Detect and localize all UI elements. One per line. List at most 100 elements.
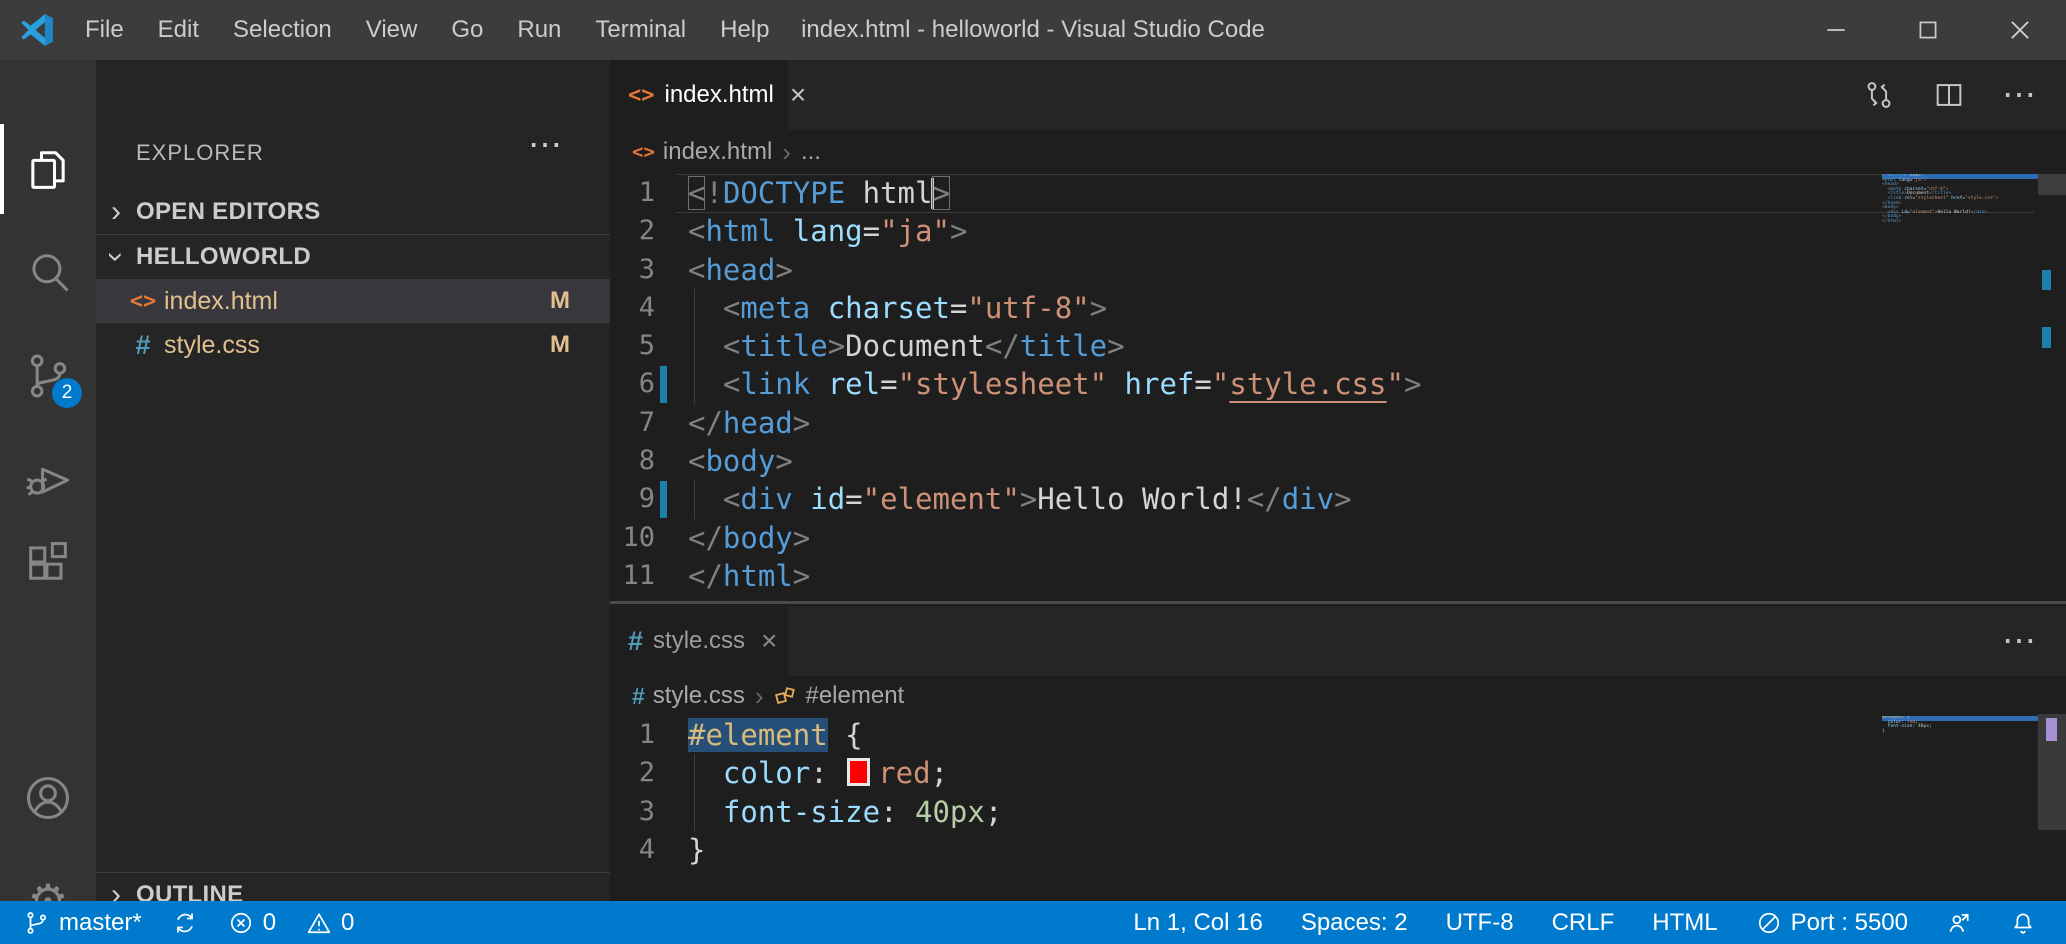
activity-bar: 2 ⚙ [0, 60, 96, 901]
explorer-icon[interactable] [0, 121, 96, 217]
line-number: 1 [610, 716, 655, 754]
status-slash[interactable]: Port : 5500 [1756, 909, 1908, 937]
code-line-7: 7</head> [610, 404, 2038, 442]
menu-run[interactable]: Run [500, 0, 578, 60]
git-modified-badge: M [550, 287, 570, 315]
split-editor-icon[interactable] [1932, 78, 1966, 112]
chevron-right-icon: › [96, 195, 136, 229]
gutter-modified-indicator [660, 366, 667, 402]
line-number: 4 [610, 289, 655, 327]
file-item-style-css[interactable]: #style.cssM [96, 323, 610, 367]
close-button[interactable] [1974, 0, 2066, 60]
line-number: 3 [610, 793, 655, 831]
breadcrumb-item[interactable]: ... [801, 138, 821, 166]
tab-bar-bottom: # style.css × ⋯ [610, 606, 2066, 676]
breadcrumb-separator-icon: › [782, 137, 791, 168]
more-actions-icon[interactable]: ⋯ [2002, 78, 2036, 112]
editor-style-css[interactable]: 1#element {2 color: red;3 font-size: 40p… [610, 716, 2038, 869]
breadcrumb-item[interactable]: #element [773, 682, 904, 710]
status-bell[interactable] [2010, 910, 2036, 936]
minimap-bottom[interactable]: #element { color: red; font-size: 40px;} [1882, 716, 2038, 734]
close-tab-icon[interactable]: × [790, 79, 806, 111]
code-line-2: 2<html lang="ja"> [610, 212, 2038, 250]
status-utf-8[interactable]: UTF-8 [1446, 909, 1514, 937]
css-file-icon: # [126, 330, 160, 361]
code-line-11: 11</html> [610, 557, 2038, 595]
maximize-button[interactable] [1882, 0, 1974, 60]
overview-highlight-marker [2046, 718, 2057, 741]
tab-style-css[interactable]: # style.css × [610, 606, 788, 676]
html-file-icon: <> [632, 141, 655, 163]
open-editors-section[interactable]: › OPEN EDITORS [96, 190, 610, 234]
status-html[interactable]: HTML [1652, 909, 1717, 937]
search-icon[interactable] [0, 224, 96, 320]
overview-modified-marker [2042, 270, 2051, 290]
code-line-1: 1<!DOCTYPE html> [610, 174, 2038, 212]
status-sync[interactable] [172, 910, 198, 936]
menu-view[interactable]: View [349, 0, 435, 60]
sidebar-more-actions-icon[interactable]: ⋯ [528, 128, 562, 162]
code-line-8: 8<body> [610, 442, 2038, 480]
color-swatch[interactable] [847, 758, 870, 786]
status-spaces-2[interactable]: Spaces: 2 [1301, 909, 1408, 937]
menu-edit[interactable]: Edit [141, 0, 216, 60]
code-line-6: 6 <link rel="stylesheet" href="style.css… [610, 365, 2038, 403]
tab-index-html[interactable]: <> index.html × [610, 60, 788, 130]
open-changes-icon[interactable] [1862, 78, 1896, 112]
line-number: 11 [610, 557, 655, 595]
breadcrumb-item[interactable]: #style.css [632, 682, 745, 710]
status-error[interactable]: 0 [228, 909, 276, 937]
line-number: 1 [610, 174, 655, 212]
line-number: 2 [610, 212, 655, 250]
menu-go[interactable]: Go [434, 0, 500, 60]
editor-sash[interactable] [610, 601, 2066, 604]
gutter-modified-indicator [660, 481, 667, 517]
breadcrumb-item[interactable]: <>index.html [632, 138, 772, 166]
status-feedback[interactable] [1946, 910, 1972, 936]
menu-terminal[interactable]: Terminal [578, 0, 703, 60]
code-line-9: 9 <div id="element">Hello World!</div> [610, 480, 2038, 518]
css-file-icon: # [628, 626, 643, 657]
vscode-logo-icon [18, 11, 56, 49]
line-number: 9 [610, 480, 655, 518]
line-number: 6 [610, 365, 655, 403]
more-actions-icon[interactable]: ⋯ [2002, 624, 2036, 658]
minimize-button[interactable] [1790, 0, 1882, 60]
breadcrumb-separator-icon: › [755, 681, 764, 712]
status-branch[interactable]: master* [24, 909, 142, 937]
menu-selection[interactable]: Selection [216, 0, 349, 60]
menu-help[interactable]: Help [703, 0, 786, 60]
status-bar: master* 0 0 Ln 1, Col 16 Spaces: 2 UTF-8 CRLF… [0, 901, 2066, 944]
status-crlf[interactable]: CRLF [1552, 909, 1615, 937]
menu-file[interactable]: File [68, 0, 141, 60]
status-ln-1-col-16[interactable]: Ln 1, Col 16 [1133, 909, 1262, 937]
chevron-down-icon: › [96, 240, 136, 274]
scrollbar-thumb[interactable] [2038, 174, 2066, 195]
overview-modified-marker [2042, 327, 2051, 348]
editor-index-html[interactable]: 1<!DOCTYPE html>2<html lang="ja">3<head>… [610, 174, 2038, 595]
title-bar: FileEditSelectionViewGoRunTerminalHelp i… [0, 0, 2066, 60]
file-item-index-html[interactable]: <>index.html M [96, 279, 610, 323]
code-line-4: 4} [610, 831, 2038, 869]
run-debug-icon[interactable] [0, 431, 96, 527]
status-warning[interactable]: 0 [306, 909, 354, 937]
line-number: 5 [610, 327, 655, 365]
code-line-1: 1#element { [610, 716, 2038, 754]
status-right: Ln 1, Col 16 Spaces: 2 UTF-8 CRLF HTML Port :… [1133, 909, 2036, 937]
close-tab-icon[interactable]: × [761, 625, 777, 657]
html-file-icon: <> [126, 289, 160, 314]
minimap-top[interactable]: <!DOCTYPE html><html lang="ja"><head> <m… [1882, 174, 2038, 225]
source-control-icon[interactable]: 2 [0, 328, 96, 424]
css-file-icon: # [632, 683, 645, 710]
sidebar-title: EXPLORER [136, 140, 264, 166]
line-number: 4 [610, 831, 655, 869]
code-line-3: 3 font-size: 40px; [610, 793, 2038, 831]
accounts-icon[interactable] [0, 750, 96, 846]
extensions-icon[interactable] [0, 514, 96, 610]
file-name: index.html [164, 287, 278, 316]
code-line-4: 4 <meta charset="utf-8"> [610, 289, 2038, 327]
window-controls [1790, 0, 2066, 60]
folder-section[interactable]: › HELLOWORLD [96, 235, 610, 279]
git-modified-badge: M [550, 331, 570, 359]
status-left: master* 0 0 [24, 909, 354, 937]
